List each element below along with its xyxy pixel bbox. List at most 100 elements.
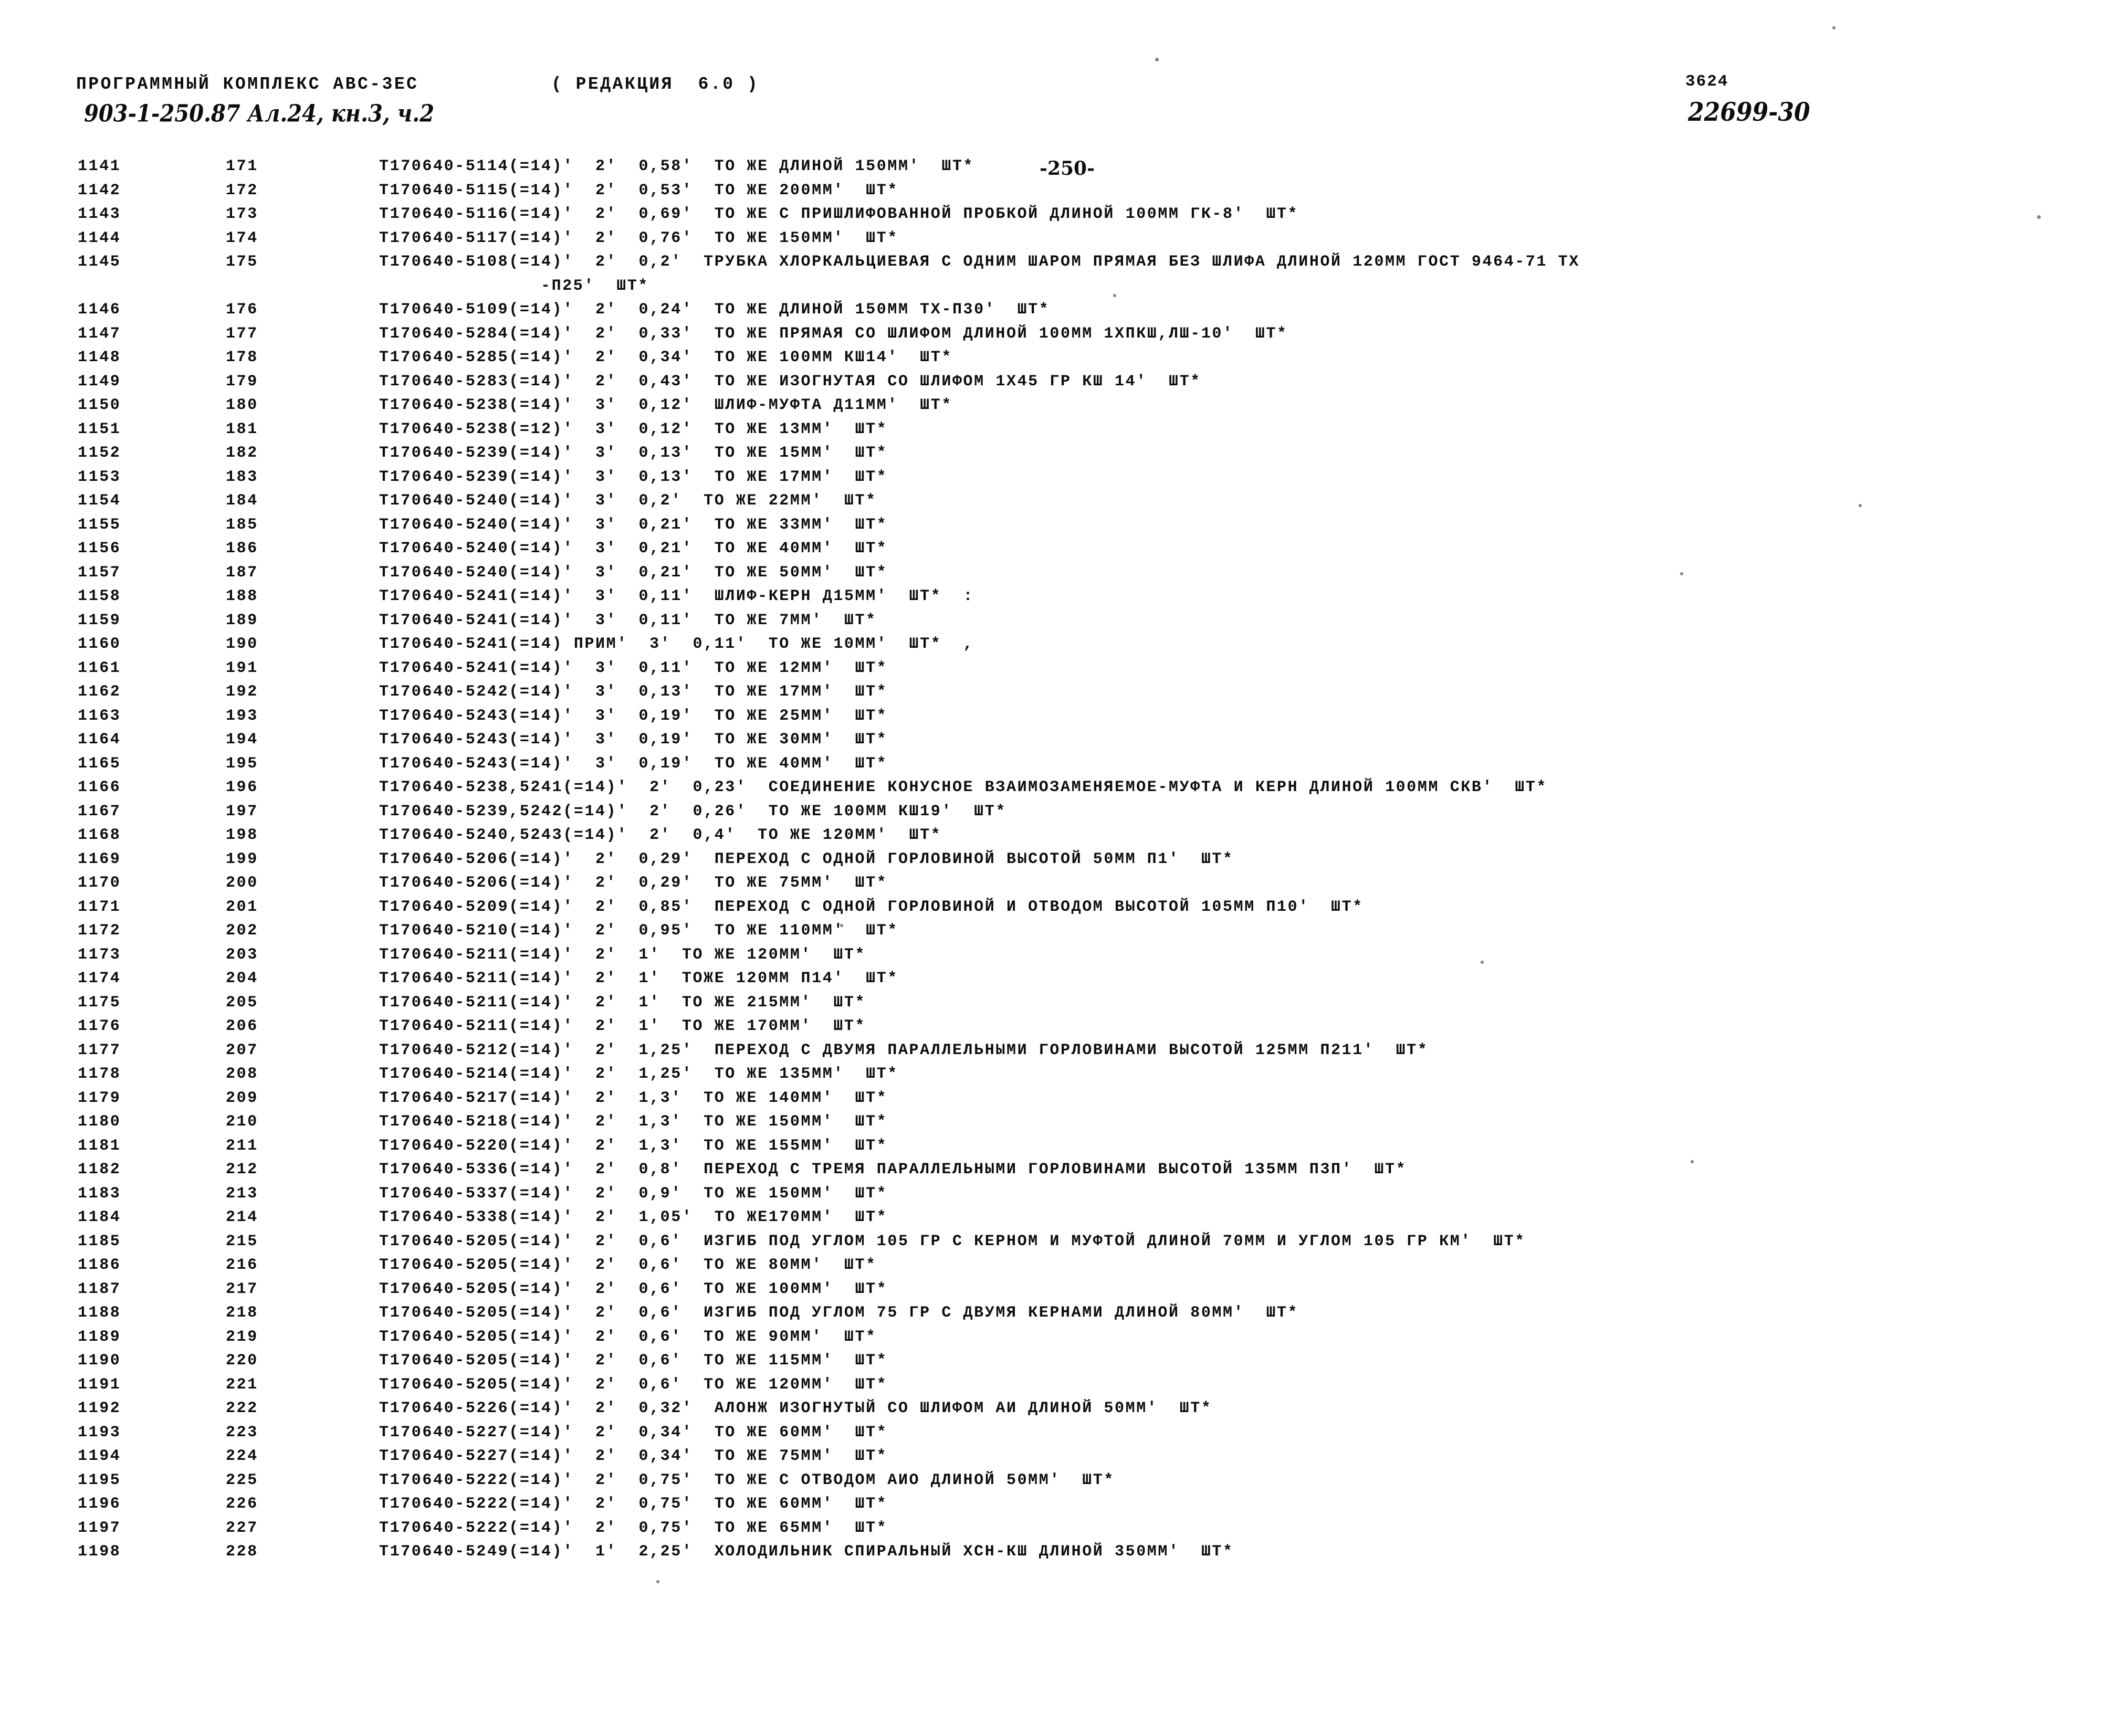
row-sequence-number: 1141 [78,157,121,175]
row-item-description: Т170640-5220(=14)' 2' 1,3' ТО ЖЕ 155ММ' … [379,1137,888,1155]
listing-row: 1197 227 Т170640-5222(=14)' 2' 0,75' ТО ЖЕ… [0,1517,2108,1541]
row-item-description: Т170640-5283(=14)' 2' 0,43' ТО ЖЕ ИЗОГНУ… [379,372,1201,391]
row-item-number: 215 [226,1232,258,1250]
listing-row: 1168 198 Т170640-5240,5243(=14)' 2' 0,4' Т… [0,824,2108,848]
row-sequence-number: 1155 [78,515,121,534]
row-sequence-number: 1197 [78,1519,121,1537]
row-item-number: 180 [226,396,258,414]
row-item-number: 173 [226,205,258,223]
row-sequence-number: 1187 [78,1280,121,1298]
listing-row: 1153 183 Т170640-5239(=14)' 3' 0,13' ТО ЖЕ… [0,466,2108,490]
row-item-description: Т170640-5205(=14)' 2' 0,6' ТО ЖЕ 115ММ' … [379,1352,888,1370]
row-item-number: 209 [226,1089,258,1107]
row-item-description: Т170640-5117(=14)' 2' 0,76' ТО ЖЕ 150ММ'… [379,229,898,247]
row-sequence-number: 1175 [78,993,121,1012]
listing-row: 1155 185 Т170640-5240(=14)' 3' 0,21' ТО ЖЕ… [0,513,2108,538]
row-item-description: Т170640-5238(=12)' 3' 0,12' ТО ЖЕ 13ММ' … [379,420,888,438]
row-item-number: 182 [226,444,258,462]
row-item-description: Т170640-5205(=14)' 2' 0,6' ТО ЖЕ 90ММ' Ш… [379,1328,877,1346]
row-item-description: Т170640-5239(=14)' 3' 0,13' ТО ЖЕ 15ММ' … [379,444,888,462]
listing-row: 1162 192 Т170640-5242(=14)' 3' 0,13' ТО ЖЕ… [0,680,2108,704]
document-mark-handwritten: 903-1-250.87 Ал.24, кн.3, ч.2 [84,100,435,128]
row-sequence-number: 1178 [78,1065,121,1083]
edition-label: ( РЕДАКЦИЯ 6.0 ) [551,75,760,94]
row-item-description: Т170640-5217(=14)' 2' 1,3' ТО ЖЕ 140ММ' … [379,1089,888,1107]
row-item-number: 193 [226,707,258,725]
row-item-description: Т170640-5337(=14)' 2' 0,9' ТО ЖЕ 150ММ' … [379,1184,888,1203]
row-item-number: 197 [226,802,258,820]
row-item-description: Т170640-5108(=14)' 2' 0,2' ТРУБКА ХЛОРКА… [379,253,1580,271]
archive-code-handwritten: 22699-30 [1688,98,1810,128]
row-item-number: 226 [226,1495,258,1513]
row-item-number: 176 [226,301,258,319]
listing-row: 1180 210 Т170640-5218(=14)' 2' 1,3' ТО ЖЕ … [0,1110,2108,1134]
program-complex-title: ПРОГРАММНЫЙ КОМПЛЕКС АВС-3ЕС [76,75,419,94]
row-item-description: Т170640-5211(=14)' 2' 1' ТО ЖЕ 120ММ' ШТ… [379,945,866,964]
row-sequence-number: 1158 [78,587,121,605]
row-item-description: Т170640-5240(=14)' 3' 0,2' ТО ЖЕ 22ММ' Ш… [379,492,877,510]
row-item-description: Т170640-5222(=14)' 2' 0,75' ТО ЖЕ С ОТВО… [379,1471,1115,1489]
row-item-number: 198 [226,826,258,844]
row-item-description: Т170640-5240(=14)' 3' 0,21' ТО ЖЕ 40ММ' … [379,540,888,557]
row-item-number: 178 [226,349,258,366]
row-item-description: Т170640-5211(=14)' 2' 1' ТО ЖЕ 215ММ' ШТ… [379,993,866,1012]
listing-row: 1173 203 Т170640-5211(=14)' 2' 1' ТО ЖЕ 12… [0,943,2108,967]
row-item-number: 211 [226,1137,258,1155]
listing-row: 1146 176 Т170640-5109(=14)' 2' 0,24' ТО ЖЕ… [0,298,2108,322]
listing-row: 1163 193 Т170640-5243(=14)' 3' 0,19' ТО ЖЕ… [0,704,2108,729]
listing-row: 1160 190 Т170640-5241(=14) ПРИМ' 3' 0,11' … [0,633,2108,657]
row-item-description: Т170640-5209(=14)' 2' 0,85' ПЕРЕХОД С ОД… [379,898,1364,916]
listing-row: 1165 195 Т170640-5243(=14)' 3' 0,19' ТО ЖЕ… [0,752,2108,776]
row-item-description: Т170640-5227(=14)' 2' 0,34' ТО ЖЕ 75ММ' … [379,1447,888,1465]
listing-row: 1150 180 Т170640-5238(=14)' 3' 0,12' ШЛИФ-… [0,394,2108,418]
listing-row: 1157 187 Т170640-5240(=14)' 3' 0,21' ТО ЖЕ… [0,561,2108,585]
listing-row: 1178 208 Т170640-5214(=14)' 2' 1,25' ТО ЖЕ… [0,1062,2108,1087]
row-item-number: 171 [226,157,258,175]
listing-row: 1191 221 Т170640-5205(=14)' 2' 0,6' ТО ЖЕ … [0,1373,2108,1397]
listing-row: 1145 175 Т170640-5108(=14)' 2' 0,2' ТРУБКА… [0,250,2108,275]
row-sequence-number: 1185 [78,1232,121,1250]
row-sequence-number: 1162 [78,683,121,701]
row-item-number: 179 [226,372,258,391]
row-item-number: 208 [226,1065,258,1083]
row-item-description: Т170640-5336(=14)' 2' 0,8' ПЕРЕХОД С ТРЕ… [379,1161,1407,1179]
row-sequence-number: 1179 [78,1089,121,1107]
row-item-description: Т170640-5109(=14)' 2' 0,24' ТО ЖЕ ДЛИНОЙ… [379,301,1050,319]
row-sequence-number: 1164 [78,731,121,749]
listing-row: 1171 201 Т170640-5209(=14)' 2' 0,85' ПЕРЕХ… [0,896,2108,920]
listing-row: 1196 226 Т170640-5222(=14)' 2' 0,75' ТО ЖЕ… [0,1492,2108,1517]
row-item-number: 216 [226,1256,258,1274]
row-sequence-number: 1188 [78,1304,121,1322]
row-item-description: Т170640-5222(=14)' 2' 0,75' ТО ЖЕ 60ММ' … [379,1495,888,1513]
listing-row: 1186 216 Т170640-5205(=14)' 2' 0,6' ТО ЖЕ … [0,1254,2108,1278]
row-sequence-number: 1157 [78,563,121,582]
row-item-number: 200 [226,874,258,892]
row-item-description: Т170640-5238(=14)' 3' 0,12' ШЛИФ-МУФТА Д… [379,396,952,414]
row-item-description: Т170640-5206(=14)' 2' 0,29' ТО ЖЕ 75ММ' … [379,874,888,892]
listing-row: 1161 191 Т170640-5241(=14)' 3' 0,11' ТО ЖЕ… [0,657,2108,681]
listing-row: 1170 200 Т170640-5206(=14)' 2' 0,29' ТО ЖЕ… [0,871,2108,896]
row-item-number: 190 [226,635,258,653]
row-item-description: Т170640-5205(=14)' 2' 0,6' ИЗГИБ ПОД УГЛ… [379,1304,1299,1322]
row-item-number: 174 [226,229,258,247]
row-item-number: 219 [226,1328,258,1346]
row-sequence-number: 1176 [78,1017,121,1035]
listing-row: 1176 206 Т170640-5211(=14)' 2' 1' ТО ЖЕ 17… [0,1015,2108,1039]
row-sequence-number: 1193 [78,1423,121,1442]
row-item-description: Т170640-5238,5241(=14)' 2' 0,23' СОЕДИНЕ… [379,778,1548,796]
row-sequence-number: 1146 [78,301,121,319]
listing-row: 1143 173 Т170640-5116(=14)' 2' 0,69' ТО ЖЕ… [0,203,2108,227]
listing-row: 1159 189 Т170640-5241(=14)' 3' 0,11' ТО ЖЕ… [0,609,2108,633]
row-item-description: Т170640-5249(=14)' 1' 2,25' ХОЛОДИЛЬНИК … [379,1543,1234,1561]
row-sequence-number: 1149 [78,372,121,391]
listing-row: 1190 220 Т170640-5205(=14)' 2' 0,6' ТО ЖЕ … [0,1349,2108,1373]
row-item-description: Т170640-5206(=14)' 2' 0,29' ПЕРЕХОД С ОД… [379,850,1234,868]
row-item-number: 227 [226,1519,258,1537]
row-sequence-number: 1148 [78,349,121,366]
specification-listing: 1141 171 Т170640-5114(=14)' 2' 0,58' ТО ЖЕ… [0,155,2108,1564]
row-item-number: 192 [226,683,258,701]
listing-row: 1177 207 Т170640-5212(=14)' 2' 1,25' ПЕРЕХ… [0,1039,2108,1063]
row-item-number: 172 [226,181,258,199]
scan-speck [656,1580,659,1583]
row-item-number: 207 [226,1041,258,1059]
